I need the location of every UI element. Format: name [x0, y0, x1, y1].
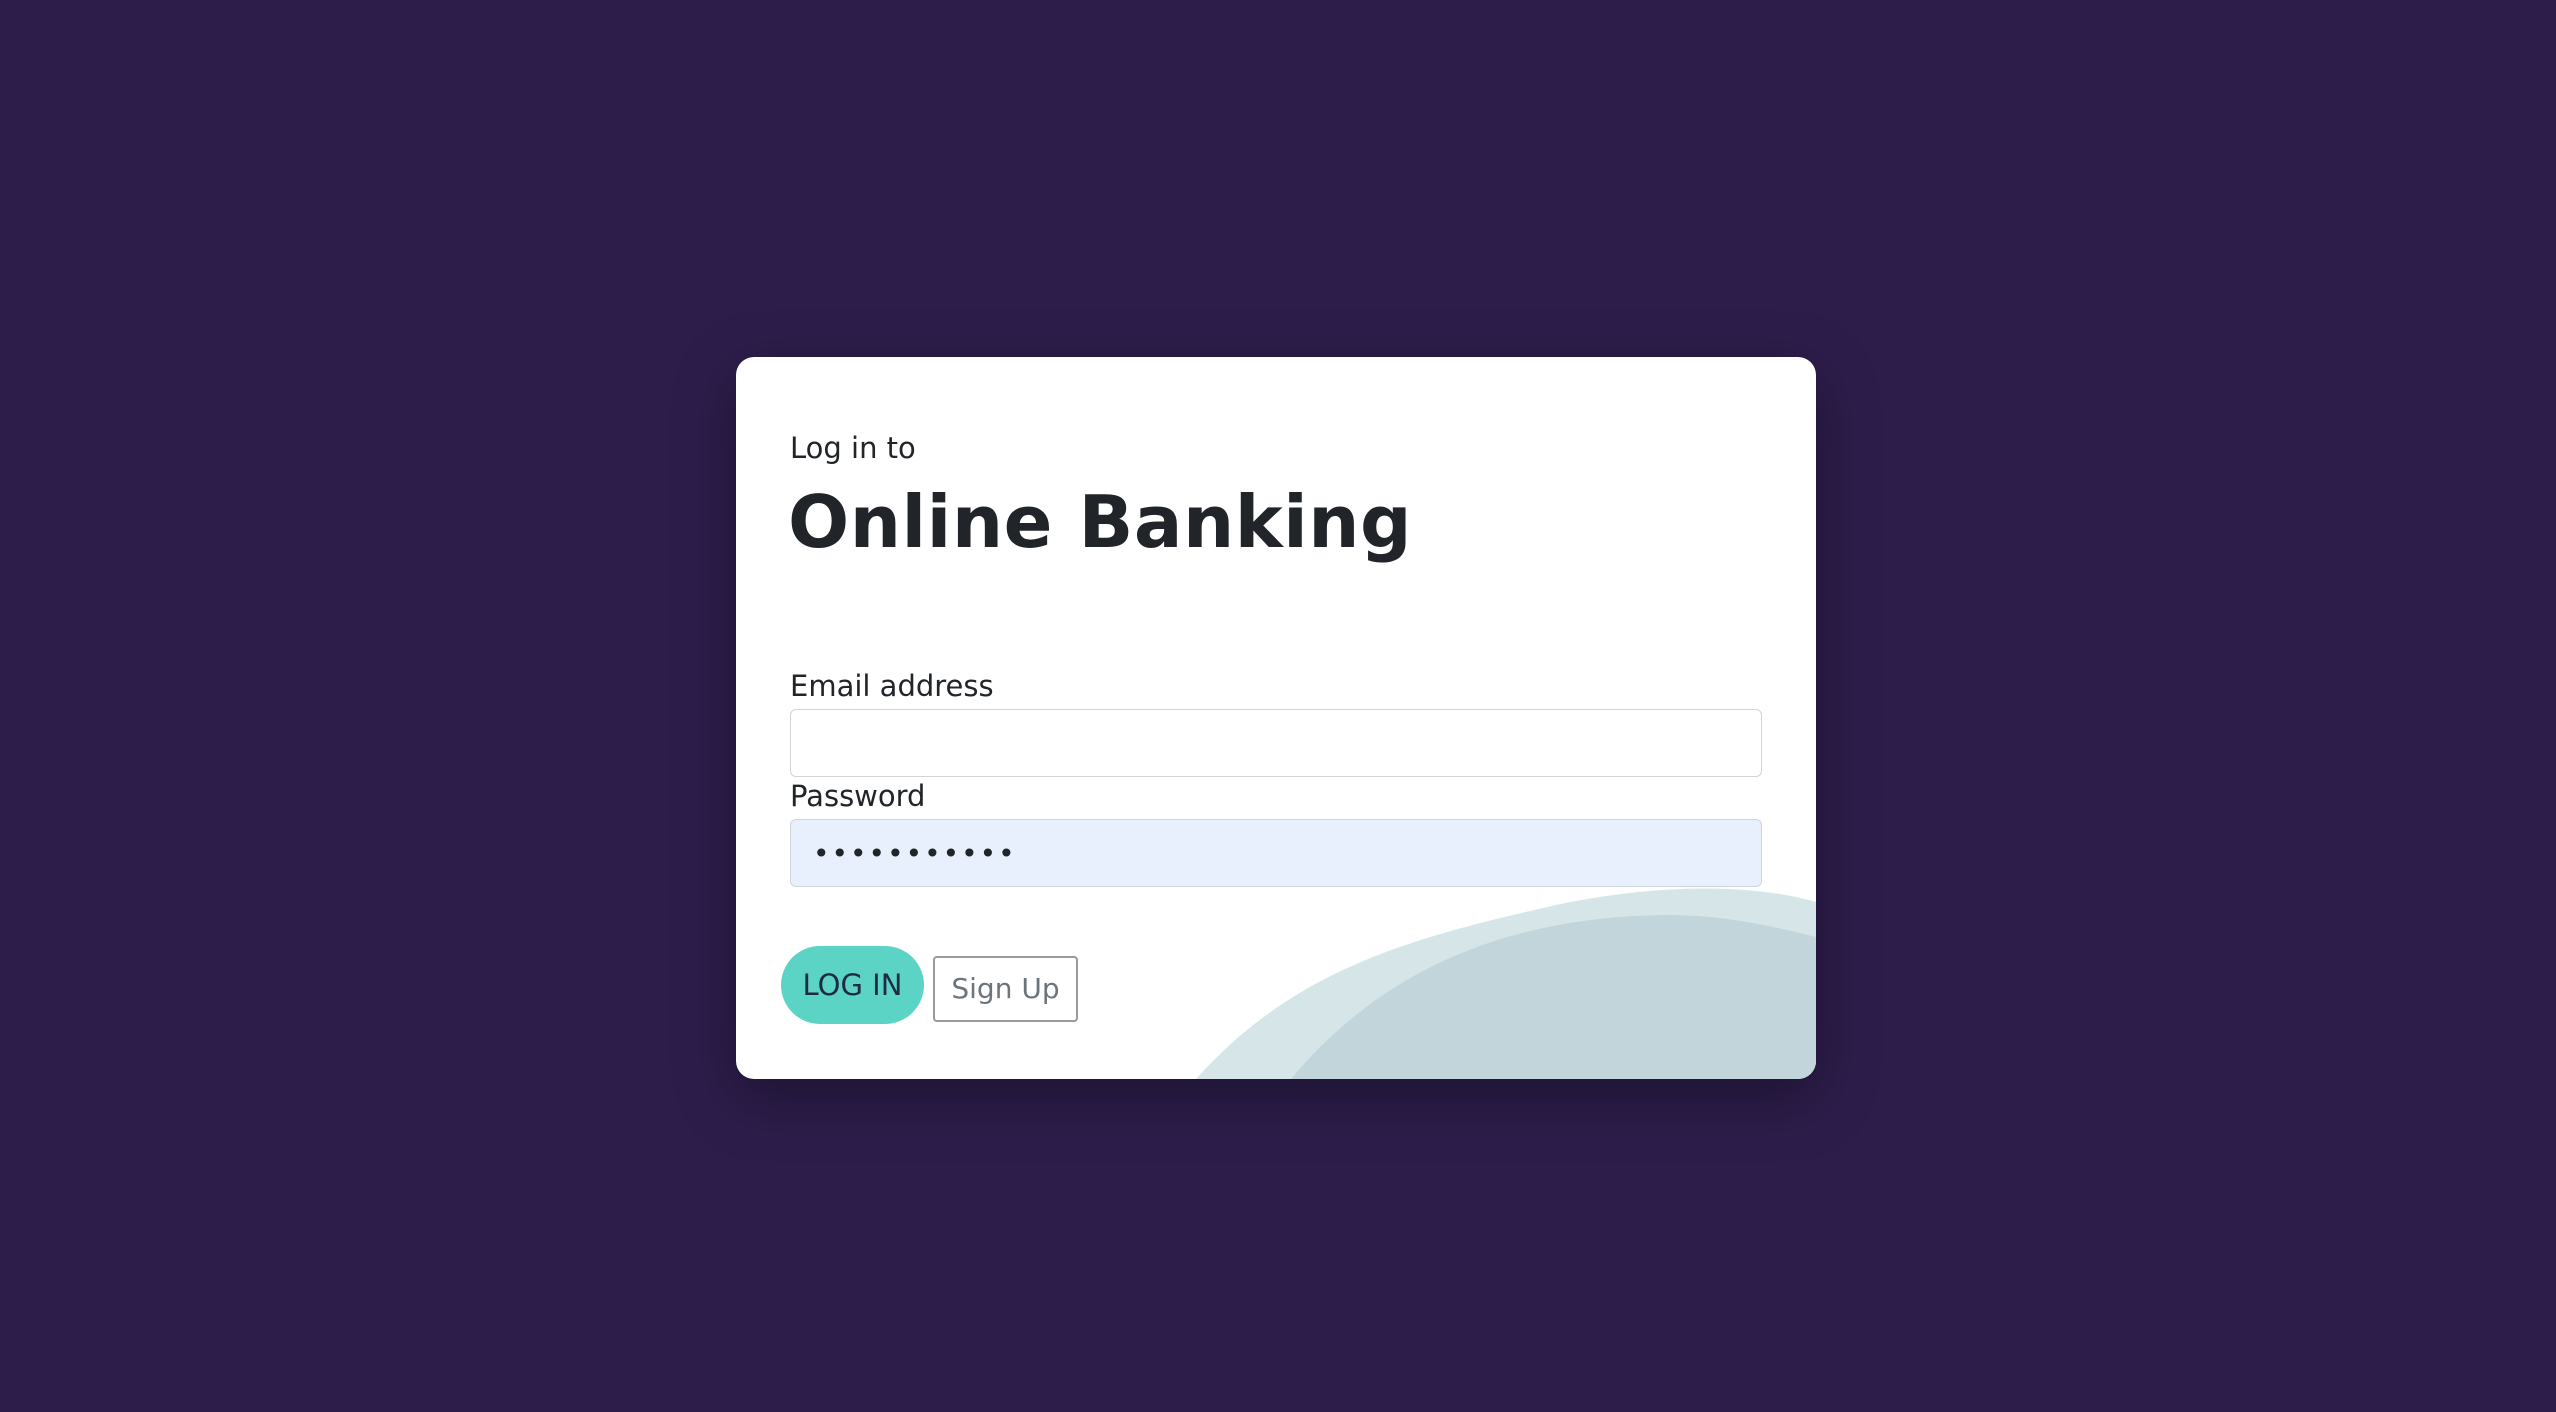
page-title: Online Banking	[788, 480, 1413, 564]
wave-dark	[1291, 915, 1816, 1079]
signup-button[interactable]: Sign Up	[933, 956, 1078, 1022]
login-button[interactable]: LOG IN	[781, 946, 924, 1024]
password-field[interactable]	[790, 819, 1762, 887]
wave-light	[1196, 888, 1816, 1079]
email-label: Email address	[790, 669, 994, 703]
login-card: Log in to Online Banking Email address P…	[736, 357, 1816, 1079]
email-field[interactable]	[790, 709, 1762, 777]
password-label: Password	[790, 779, 926, 813]
login-subtitle: Log in to	[790, 431, 916, 465]
